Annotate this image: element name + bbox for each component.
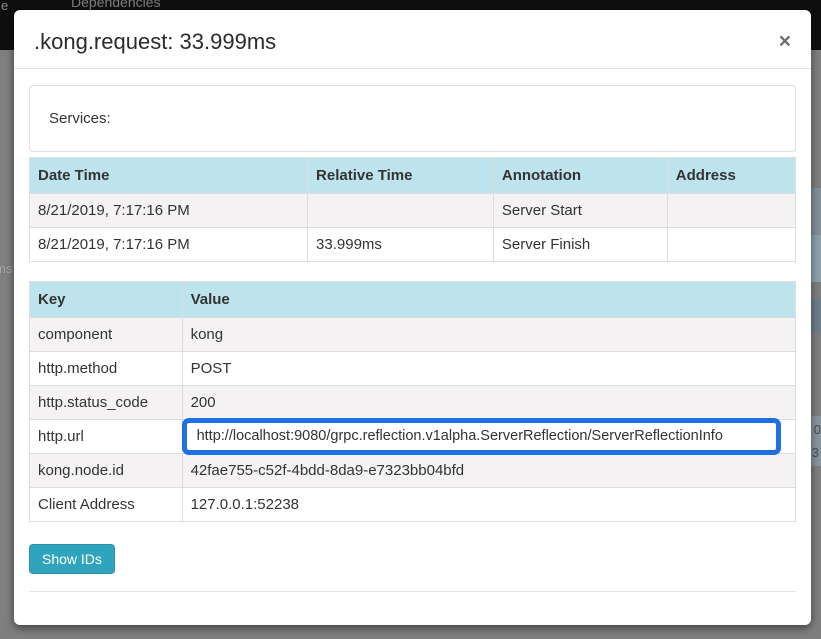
modal-footer-divider	[29, 591, 796, 624]
tag-row: http.urlhttp://localhost:9080/grpc.refle…	[30, 420, 796, 454]
annotation-cell	[667, 194, 795, 228]
modal-body: Services: Date TimeRelative TimeAnnotati…	[14, 69, 811, 624]
modal-title: .kong.request: 33.999ms	[34, 29, 791, 55]
annotation-cell	[667, 228, 795, 262]
background-text-fragment: 0	[814, 422, 821, 437]
span-detail-modal: .kong.request: 33.999ms × Services: Date…	[14, 10, 811, 625]
modal-header: .kong.request: 33.999ms ×	[14, 10, 811, 69]
tag-value-cell: 127.0.0.1:52238	[182, 488, 795, 522]
annotation-cell: 8/21/2019, 7:17:16 PM	[30, 228, 308, 262]
column-header: Relative Time	[308, 158, 494, 194]
column-header: Date Time	[30, 158, 308, 194]
tag-row: http.status_code200	[30, 386, 796, 420]
tags-header-row: KeyValue	[30, 282, 796, 318]
tag-key-cell: kong.node.id	[30, 454, 183, 488]
navbar-text-fragment: e	[1, 0, 8, 13]
annotations-header-row: Date TimeRelative TimeAnnotationAddress	[30, 158, 796, 194]
annotation-row: 8/21/2019, 7:17:16 PM33.999msServer Fini…	[30, 228, 796, 262]
tag-value-cell: http://localhost:9080/grpc.reflection.v1…	[182, 420, 795, 454]
annotation-row: 8/21/2019, 7:17:16 PM Server Start	[30, 194, 796, 228]
annotation-cell: Server Start	[493, 194, 667, 228]
services-label: Services:	[49, 110, 111, 127]
tag-value-cell: POST	[182, 352, 795, 386]
annotation-cell: 33.999ms	[308, 228, 494, 262]
annotation-cell	[308, 194, 494, 228]
tag-key-cell: component	[30, 318, 183, 352]
tags-table: KeyValue componentkonghttp.methodPOSThtt…	[29, 281, 796, 522]
column-header: Address	[667, 158, 795, 194]
column-header: Key	[30, 282, 183, 318]
tag-row: Client Address127.0.0.1:52238	[30, 488, 796, 522]
background-text-fragment: 3	[812, 445, 819, 460]
annotations-table: Date TimeRelative TimeAnnotationAddress …	[29, 157, 796, 262]
navbar-menu-fragment: Dependencies	[71, 0, 161, 10]
tag-key-cell: Client Address	[30, 488, 183, 522]
column-header: Annotation	[493, 158, 667, 194]
background-text-fragment: ms	[0, 261, 12, 276]
show-ids-button[interactable]: Show IDs	[29, 544, 115, 574]
annotation-cell: 8/21/2019, 7:17:16 PM	[30, 194, 308, 228]
close-icon[interactable]: ×	[779, 31, 791, 52]
services-panel: Services:	[29, 85, 796, 152]
column-header: Value	[182, 282, 795, 318]
tag-key-cell: http.status_code	[30, 386, 183, 420]
tag-key-cell: http.method	[30, 352, 183, 386]
tag-value-cell: 42fae755-c52f-4bdd-8da9-e7323bb04bfd	[182, 454, 795, 488]
tag-value-cell: kong	[182, 318, 795, 352]
annotation-cell: Server Finish	[493, 228, 667, 262]
highlight-box: http://localhost:9080/grpc.reflection.v1…	[182, 418, 781, 456]
tag-key-cell: http.url	[30, 420, 183, 454]
tag-row: componentkong	[30, 318, 796, 352]
tag-row: http.methodPOST	[30, 352, 796, 386]
tag-row: kong.node.id42fae755-c52f-4bdd-8da9-e732…	[30, 454, 796, 488]
tag-value-cell: 200	[182, 386, 795, 420]
